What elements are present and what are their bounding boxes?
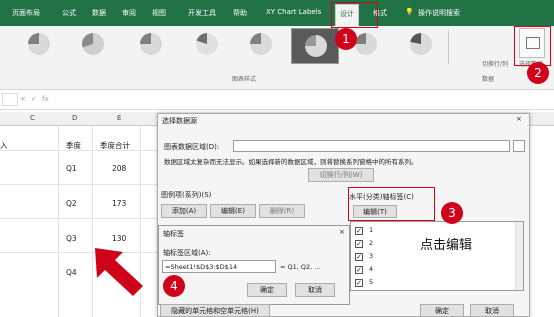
axis-item: 5 xyxy=(369,278,374,286)
checkbox[interactable]: ✓ xyxy=(355,227,363,235)
axis-labels-dialog: 轴标签 × 轴标签区域(A): =Sheet1!$D$3:$D$14 = Q1,… xyxy=(158,225,350,305)
ok-button[interactable]: 确定 xyxy=(420,304,464,317)
cell-q1-value[interactable]: 208 xyxy=(112,164,126,173)
legend-entries-label: 图例项(系列)(S) xyxy=(161,191,212,199)
tab-help[interactable]: 帮助 xyxy=(233,8,247,18)
cancel-icon[interactable]: × xyxy=(20,95,26,103)
step-badge-4: 4 xyxy=(163,275,185,297)
cell-q1[interactable]: Q1 xyxy=(66,164,77,173)
grid-line xyxy=(0,184,160,185)
red-arrow-icon xyxy=(95,248,143,296)
tab-page-layout[interactable]: 页面布局 xyxy=(12,8,40,18)
step-badge-2: 2 xyxy=(527,62,549,84)
name-box[interactable] xyxy=(2,93,18,106)
add-series-button[interactable]: 添加(A) xyxy=(161,204,207,218)
grid-line xyxy=(0,218,160,219)
cancel-button[interactable]: 取消 xyxy=(470,304,514,317)
axis-cancel-button[interactable]: 取消 xyxy=(295,283,335,297)
switch-row-column-dialog-button[interactable]: 切换行/列(W) xyxy=(308,168,374,182)
step-badge-1: 1 xyxy=(335,28,357,50)
chart-range-input[interactable] xyxy=(233,140,510,152)
column-header-e[interactable]: E xyxy=(117,114,121,122)
enter-icon[interactable]: ✓ xyxy=(31,95,37,103)
dialog-title: 选择数据源 xyxy=(162,117,197,125)
edit-series-button[interactable]: 编辑(E) xyxy=(210,204,256,218)
axis-dialog-title: 轴标签 xyxy=(163,230,184,238)
axis-range-preview: = Q1, Q2, ... xyxy=(280,263,321,271)
cell-q2[interactable]: Q2 xyxy=(66,199,77,208)
axis-range-label: 轴标签区域(A): xyxy=(163,249,211,257)
cell-q2-value[interactable]: 173 xyxy=(112,199,126,208)
axis-item: 4 xyxy=(369,265,374,273)
chart-style-3[interactable] xyxy=(140,33,162,55)
style-gallery-scroll[interactable] xyxy=(448,30,456,64)
fx-icon[interactable]: fx xyxy=(42,95,49,103)
highlight-design-tab xyxy=(331,2,378,28)
chart-style-7[interactable] xyxy=(355,33,377,55)
cell-q3-value[interactable]: 130 xyxy=(112,234,126,243)
cell-q3[interactable]: Q3 xyxy=(66,234,77,243)
grid-line xyxy=(58,126,59,317)
axis-item: 3 xyxy=(369,252,374,260)
step-badge-3: 3 xyxy=(441,202,463,224)
grid-line xyxy=(92,126,93,317)
ribbon-design: 图表样式 切换行/列 选择数据 数据 xyxy=(0,26,554,90)
axis-range-value: =Sheet1!$D$3:$D$14 xyxy=(165,263,238,271)
axis-range-input[interactable]: =Sheet1!$D$3:$D$14 xyxy=(162,260,276,273)
cell-row-stub: 入 xyxy=(0,141,8,150)
highlight-select-data xyxy=(514,26,551,66)
checkbox[interactable]: ✓ xyxy=(355,266,363,274)
range-note: 数据区域太复杂而无法显示。如果选择新的数据区域，则将替换系列窗格中的所有系列。 xyxy=(164,158,418,166)
close-icon[interactable]: × xyxy=(516,115,522,123)
select-data-source-dialog: 选择数据源 × 图表数据区域(D): 数据区域太复杂而无法显示。如果选择新的数据… xyxy=(157,113,530,317)
annotation-click-edit: 点击编辑 xyxy=(420,238,473,253)
column-header-c[interactable]: C xyxy=(30,114,35,122)
tab-data[interactable]: 数据 xyxy=(92,8,106,18)
highlight-edit-button xyxy=(348,187,435,221)
tab-developer[interactable]: 开发工具 xyxy=(188,8,216,18)
axis-ok-button[interactable]: 确定 xyxy=(247,283,287,297)
collapse-dialog-icon[interactable] xyxy=(513,140,525,152)
remove-series-button[interactable]: 删除(R) xyxy=(259,204,305,218)
scrollbar[interactable] xyxy=(515,222,523,290)
cell-header-total[interactable]: 季度合计 xyxy=(100,140,130,151)
ribbon-tab-bar: 页面布局 公式 数据 审阅 视图 开发工具 帮助 XY Chart Labels… xyxy=(0,0,554,26)
chart-style-2[interactable] xyxy=(82,33,104,55)
chart-style-5[interactable] xyxy=(250,33,272,55)
tab-xy-chart-labels[interactable]: XY Chart Labels xyxy=(266,8,321,16)
checkbox[interactable]: ✓ xyxy=(355,240,363,248)
axis-item: 2 xyxy=(369,239,374,247)
axis-item: 1 xyxy=(369,226,374,234)
axis-dialog-close-icon[interactable]: × xyxy=(339,228,345,236)
tab-formulas[interactable]: 公式 xyxy=(62,8,76,18)
tell-me-search[interactable]: 操作说明搜索 xyxy=(418,8,460,18)
chart-style-4[interactable] xyxy=(196,33,218,55)
ribbon-group-data: 数据 xyxy=(482,76,495,83)
hidden-cells-button[interactable]: 隐藏的单元格和空单元格(H) xyxy=(160,304,270,317)
cell-header-quarter[interactable]: 季度 xyxy=(66,140,81,151)
lightbulb-icon: 💡 xyxy=(405,8,414,16)
chart-style-6-selected[interactable] xyxy=(291,28,339,64)
switch-row-column-button[interactable]: 切换行/列 xyxy=(482,59,508,68)
ribbon-group-label: 图表样式 xyxy=(232,76,257,83)
axis-labels-list[interactable]: ✓ 1 ✓ 2 ✓ 3 ✓ 4 ✓ 5 xyxy=(350,221,524,291)
cell-q4[interactable]: Q4 xyxy=(66,268,77,277)
tab-view[interactable]: 视图 xyxy=(152,8,166,18)
checkbox[interactable]: ✓ xyxy=(355,279,363,287)
chart-style-1[interactable] xyxy=(28,33,50,55)
chart-style-8[interactable] xyxy=(410,33,432,55)
tab-review[interactable]: 审阅 xyxy=(122,8,136,18)
chart-range-label: 图表数据区域(D): xyxy=(164,143,220,151)
formula-bar: × ✓ fx xyxy=(0,90,554,110)
column-header-d[interactable]: D xyxy=(72,114,77,122)
checkbox[interactable]: ✓ xyxy=(355,253,363,261)
